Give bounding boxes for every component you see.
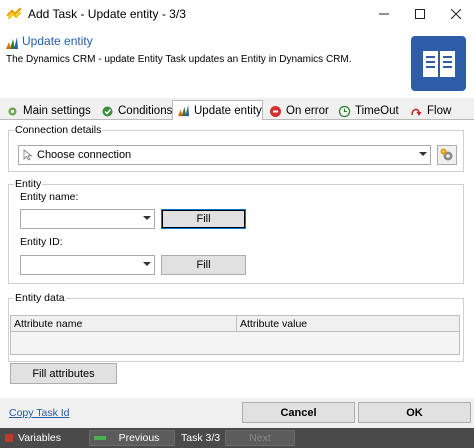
variables-icon xyxy=(5,434,13,442)
task-header: Update entity The Dynamics CRM - update … xyxy=(0,28,474,98)
tab-label: TimeOut xyxy=(355,105,399,117)
close-icon[interactable] xyxy=(438,0,474,28)
ok-button[interactable]: OK xyxy=(358,402,471,423)
maximize-icon[interactable] xyxy=(402,0,438,28)
dynamics-icon xyxy=(177,104,190,117)
dialog-footer: Copy Task Id Cancel OK xyxy=(0,398,474,426)
attributes-table[interactable]: Attribute name Attribute value xyxy=(10,315,460,355)
previous-label: Previous xyxy=(118,432,160,444)
settings-icon xyxy=(6,105,19,118)
header-title: Update entity xyxy=(22,34,93,48)
entity-name-select[interactable] xyxy=(20,209,155,229)
entity-name-label: Entity name: xyxy=(20,191,79,203)
header-description: The Dynamics CRM - update Entity Task up… xyxy=(6,54,352,65)
tab-conditions[interactable]: Conditions xyxy=(97,102,172,120)
previous-button[interactable]: Previous xyxy=(89,430,175,446)
fill-attributes-label: Fill attributes xyxy=(32,367,95,380)
window-title: Add Task - Update entity - 3/3 xyxy=(28,7,186,21)
chevron-down-icon xyxy=(419,152,427,156)
tab-timeout[interactable]: TimeOut xyxy=(334,102,399,120)
copy-task-id-link[interactable]: Copy Task Id xyxy=(9,407,70,419)
connection-group-label: Connection details xyxy=(14,124,103,136)
cursor-icon xyxy=(23,149,33,161)
tab-update-entity[interactable]: Update entity xyxy=(172,100,263,121)
tab-label: On error xyxy=(286,105,329,117)
gear-icon xyxy=(440,148,453,161)
entity-data-group-label: Entity data xyxy=(14,292,66,304)
ok-button-label: OK xyxy=(406,406,423,419)
variables-label: Variables xyxy=(18,432,61,444)
fill-entity-id-button[interactable]: Fill xyxy=(161,255,246,275)
update-entity-panel: Connection details Choose connection Ent… xyxy=(0,120,474,398)
title-bar: Add Task - Update entity - 3/3 xyxy=(0,0,474,28)
next-label: Next xyxy=(249,432,271,444)
connection-select-value: Choose connection xyxy=(37,149,132,161)
dynamics-icon xyxy=(6,37,18,49)
tab-flow[interactable]: Flow xyxy=(406,102,451,120)
tab-strip: Main settings Conditions Update entity O… xyxy=(0,100,474,121)
chevron-down-icon xyxy=(143,262,151,266)
entity-id-label: Entity ID: xyxy=(20,236,63,248)
fill-button-label: Fill xyxy=(196,259,211,271)
tab-on-error[interactable]: On error xyxy=(265,102,329,120)
cancel-button-label: Cancel xyxy=(280,406,317,419)
tab-label: Conditions xyxy=(118,105,173,117)
status-bar: Variables Previous Task 3/3 Next xyxy=(0,428,474,448)
timeout-icon xyxy=(338,105,351,118)
connection-settings-button[interactable] xyxy=(437,145,457,165)
fill-entity-name-button[interactable]: Fill xyxy=(161,209,246,229)
fill-attributes-button[interactable]: Fill attributes xyxy=(10,363,117,384)
flow-icon xyxy=(410,105,423,118)
tab-label: Update entity xyxy=(194,104,262,117)
chevron-down-icon xyxy=(143,216,151,220)
book-icon xyxy=(411,36,466,91)
entity-id-select[interactable] xyxy=(20,255,155,275)
tab-label: Main settings xyxy=(23,105,91,117)
entity-group-label: Entity xyxy=(14,178,43,190)
task-counter: Task 3/3 xyxy=(181,432,221,444)
conditions-icon xyxy=(101,105,114,118)
connection-select[interactable]: Choose connection xyxy=(18,145,431,165)
table-header: Attribute name Attribute value xyxy=(11,316,459,332)
column-header-attribute-value[interactable]: Attribute value xyxy=(237,316,459,332)
minimize-icon[interactable] xyxy=(366,0,402,28)
tab-label: Flow xyxy=(427,105,452,117)
app-logo-icon xyxy=(6,7,22,19)
cancel-button[interactable]: Cancel xyxy=(242,402,355,423)
next-button[interactable]: Next xyxy=(225,430,295,446)
tab-main-settings[interactable]: Main settings xyxy=(2,102,91,120)
fill-button-label: Fill xyxy=(196,213,211,225)
column-header-attribute-name[interactable]: Attribute name xyxy=(11,316,237,332)
variables-button[interactable]: Variables xyxy=(4,430,84,446)
error-icon xyxy=(269,105,282,118)
previous-arrow-icon xyxy=(94,436,106,440)
